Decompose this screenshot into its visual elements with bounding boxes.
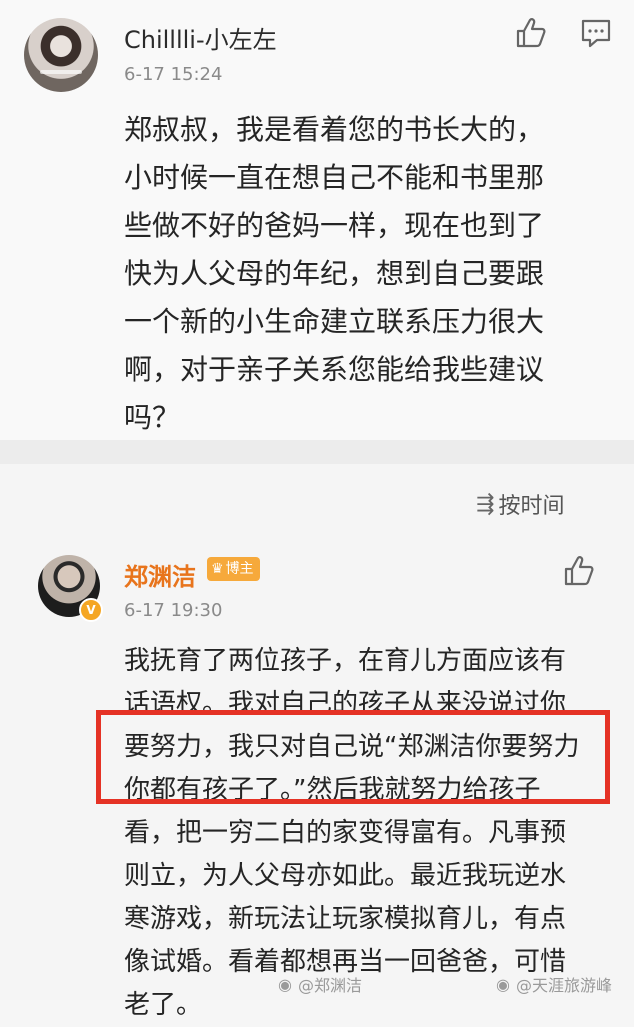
comment-icon[interactable] (580, 18, 612, 48)
weibo-icon: ◉ (496, 974, 510, 994)
thumbs-up-icon[interactable] (562, 554, 596, 588)
reply-text: 我抚育了两位孩子，在育儿方面应该有 话语权。我对自己的孩子从来没说过你 要努力，… (124, 646, 580, 1020)
username[interactable]: Chilllli-小左左 (124, 20, 277, 55)
crown-icon: ♛ (211, 561, 224, 577)
timestamp: 6-17 15:24 (124, 64, 223, 85)
sort-by-time-button[interactable]: ⇶ 按时间 (476, 488, 564, 520)
sort-icon: ⇶ (476, 491, 495, 517)
avatar[interactable] (24, 18, 98, 92)
weibo-icon: ◉ (278, 974, 292, 994)
blogger-badge: ♛ 博主 (207, 557, 260, 581)
thumbs-up-icon[interactable] (514, 16, 548, 50)
watermark: ◉ @郑渊洁 (278, 974, 362, 996)
timestamp: 6-17 19:30 (124, 600, 223, 621)
comment-text: 郑叔叔，我是看着您的书长大的， 小时候一直在想自己不能和书里那 些做不好的爸妈一… (124, 113, 545, 434)
watermark: ◉ @天涯旅游峰 (496, 974, 612, 996)
highlight-box (96, 710, 610, 804)
username[interactable]: 郑渊洁 (124, 557, 196, 592)
verified-badge: V (79, 598, 103, 622)
section-divider (0, 440, 634, 464)
